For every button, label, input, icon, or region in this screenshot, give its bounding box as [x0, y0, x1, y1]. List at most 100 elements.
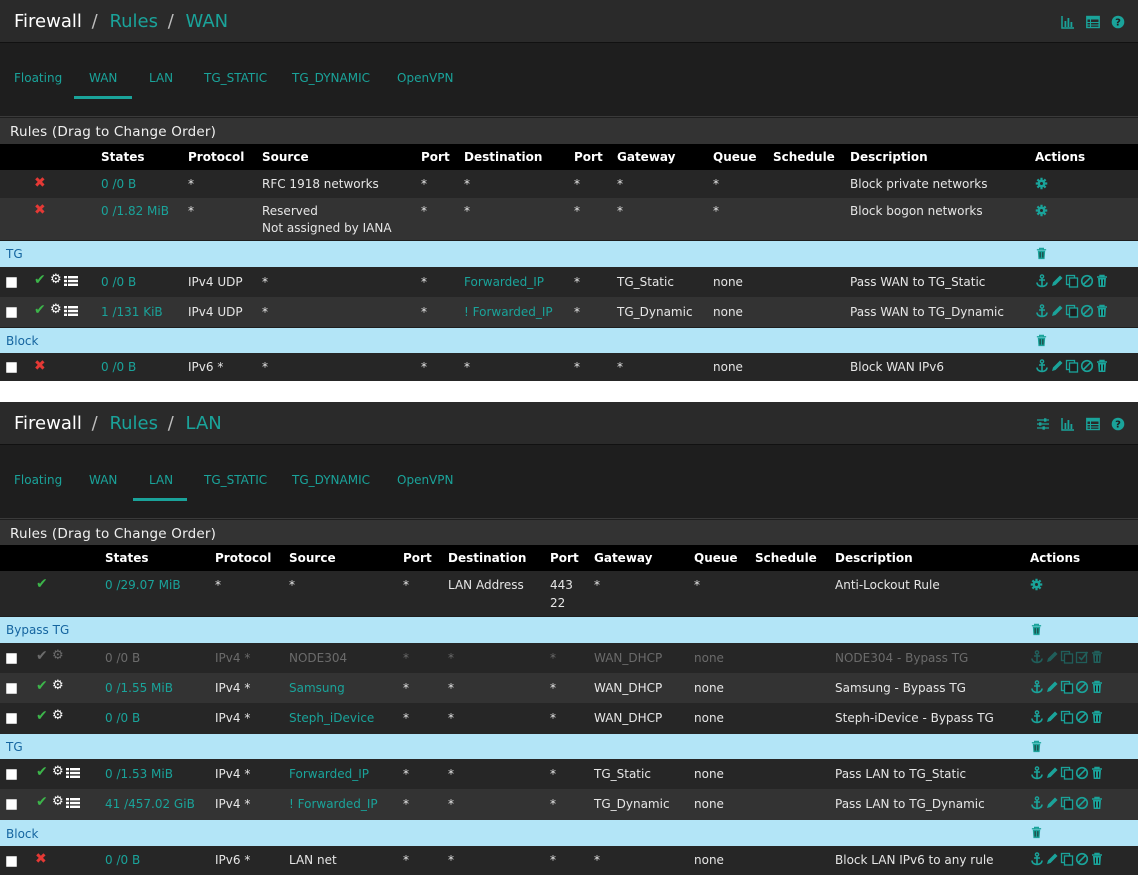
tab-lan[interactable]: LAN: [149, 71, 173, 85]
anchor-icon[interactable]: [1030, 852, 1044, 866]
anchor-icon[interactable]: [1030, 796, 1044, 810]
copy-icon[interactable]: [1060, 710, 1074, 724]
table-row[interactable]: ✖ 0 /0 B IPv6 * LAN net * * * * none Blo…: [0, 846, 1138, 875]
rule-checkbox[interactable]: [6, 713, 17, 724]
separator-row[interactable]: Block: [0, 328, 1138, 353]
pencil-icon[interactable]: [1045, 852, 1059, 866]
states-value[interactable]: 0 /0 B: [105, 853, 140, 867]
table-row[interactable]: ✔ ⚙ 0 /0 B IPv4 * Steph_iDevice * * * WA…: [0, 703, 1138, 734]
bar-chart-icon[interactable]: [1061, 15, 1075, 29]
trash-icon[interactable]: [1090, 796, 1104, 810]
pencil-icon[interactable]: [1045, 766, 1059, 780]
destination-alias-link[interactable]: ! Forwarded_IP: [464, 305, 553, 319]
source-alias-link[interactable]: Forwarded_IP: [289, 767, 369, 781]
table-icon[interactable]: [1086, 417, 1100, 431]
copy-icon[interactable]: [1065, 359, 1079, 373]
trash-icon[interactable]: [1090, 680, 1104, 694]
trash-icon[interactable]: [1095, 304, 1109, 318]
states-value[interactable]: 0 /0 B: [105, 651, 140, 665]
trash-icon[interactable]: [1090, 852, 1104, 866]
copy-icon[interactable]: [1060, 680, 1074, 694]
tab-wan[interactable]: WAN: [89, 71, 117, 85]
tab-tg-dynamic[interactable]: TG_DYNAMIC: [292, 71, 370, 85]
source-alias-link[interactable]: Samsung: [289, 681, 345, 695]
separator-row[interactable]: TG: [0, 241, 1138, 267]
table-row[interactable]: ✔ ⚙ 0 /1.53 MiB IPv4 * Forwarded_IP * * …: [0, 759, 1138, 789]
anchor-icon[interactable]: [1030, 710, 1044, 724]
separator-row[interactable]: TG: [0, 734, 1138, 759]
breadcrumb-current[interactable]: WAN: [186, 11, 229, 32]
states-value[interactable]: 0 /0 B: [101, 275, 136, 289]
table-row[interactable]: ✖ 0 /0 B IPv6 * * * * * * none Block WAN…: [0, 353, 1138, 381]
separator-row[interactable]: Block: [0, 820, 1138, 846]
table-row[interactable]: ✖ 0 /0 B * RFC 1918 networks * * * * * B…: [0, 170, 1138, 198]
table-row[interactable]: ✔ ⚙ 0 /0 B IPv4 * NODE304 * * * WAN_DHCP…: [0, 643, 1138, 673]
gear-icon[interactable]: [1035, 204, 1048, 217]
rule-checkbox[interactable]: [6, 769, 17, 780]
table-row[interactable]: ✔ ⚙ 0 /1.55 MiB IPv4 * Samsung * * * WAN…: [0, 673, 1138, 703]
states-value[interactable]: 0 /1.55 MiB: [105, 681, 173, 695]
trash-icon[interactable]: [1090, 710, 1104, 724]
copy-icon[interactable]: [1060, 852, 1074, 866]
table-icon[interactable]: [1086, 15, 1100, 29]
pencil-icon[interactable]: [1045, 710, 1059, 724]
rule-checkbox[interactable]: [6, 799, 17, 810]
separator-row[interactable]: Bypass TG: [0, 617, 1138, 643]
trash-icon[interactable]: [1035, 334, 1048, 347]
enable-check-icon[interactable]: [1075, 650, 1089, 664]
states-value[interactable]: 41 /457.02 GiB: [105, 797, 195, 811]
trash-icon[interactable]: [1090, 650, 1104, 664]
trash-icon[interactable]: [1095, 274, 1109, 288]
rule-checkbox[interactable]: [6, 856, 17, 867]
tab-floating[interactable]: Floating: [14, 71, 62, 85]
help-icon[interactable]: [1111, 417, 1125, 431]
source-alias-link[interactable]: Steph_iDevice: [289, 711, 374, 725]
breadcrumb-current[interactable]: LAN: [186, 413, 222, 434]
trash-icon[interactable]: [1090, 766, 1104, 780]
anchor-icon[interactable]: [1030, 680, 1044, 694]
copy-icon[interactable]: [1065, 274, 1079, 288]
copy-icon[interactable]: [1060, 796, 1074, 810]
tab-openvpn[interactable]: OpenVPN: [397, 71, 453, 85]
copy-icon[interactable]: [1060, 650, 1074, 664]
trash-icon[interactable]: [1030, 623, 1043, 636]
bar-chart-icon[interactable]: [1061, 417, 1075, 431]
source-alias-link[interactable]: NODE304: [289, 651, 347, 665]
trash-icon[interactable]: [1030, 826, 1043, 839]
help-icon[interactable]: [1111, 15, 1125, 29]
ban-icon[interactable]: [1075, 710, 1089, 724]
gear-icon[interactable]: [1035, 177, 1048, 190]
tab-wan[interactable]: WAN: [89, 473, 117, 487]
table-row[interactable]: ✔ ⚙ 1 /131 KiB IPv4 UDP * * ! Forwarded_…: [0, 297, 1138, 327]
anchor-icon[interactable]: [1030, 650, 1044, 664]
pencil-icon[interactable]: [1045, 650, 1059, 664]
states-value[interactable]: 1 /131 KiB: [101, 305, 163, 319]
rule-checkbox[interactable]: [6, 653, 17, 664]
tab-lan[interactable]: LAN: [149, 473, 173, 487]
pencil-icon[interactable]: [1050, 359, 1064, 373]
gear-icon[interactable]: [1030, 578, 1043, 591]
trash-icon[interactable]: [1035, 247, 1048, 260]
rule-checkbox[interactable]: [6, 307, 17, 318]
anchor-icon[interactable]: [1035, 274, 1049, 288]
tab-openvpn[interactable]: OpenVPN: [397, 473, 453, 487]
source-alias-link[interactable]: ! Forwarded_IP: [289, 797, 378, 811]
rule-checkbox[interactable]: [6, 362, 17, 373]
breadcrumb-rules-link[interactable]: Rules: [109, 413, 158, 434]
table-row[interactable]: ✔ ⚙ 41 /457.02 GiB IPv4 * ! Forwarded_IP…: [0, 789, 1138, 820]
tab-tg-static[interactable]: TG_STATIC: [204, 71, 267, 85]
ban-icon[interactable]: [1080, 274, 1094, 288]
ban-icon[interactable]: [1080, 304, 1094, 318]
states-value[interactable]: 0 /29.07 MiB: [105, 578, 181, 592]
table-row[interactable]: ✖ 0 /1.82 MiB * Reserved Not assigned by…: [0, 198, 1138, 240]
breadcrumb-rules-link[interactable]: Rules: [109, 11, 158, 32]
states-value[interactable]: 0 /0 B: [105, 711, 140, 725]
anchor-icon[interactable]: [1035, 304, 1049, 318]
states-value[interactable]: 0 /1.53 MiB: [105, 767, 173, 781]
pencil-icon[interactable]: [1050, 274, 1064, 288]
ban-icon[interactable]: [1075, 796, 1089, 810]
copy-icon[interactable]: [1065, 304, 1079, 318]
sliders-icon[interactable]: [1036, 417, 1050, 431]
trash-icon[interactable]: [1030, 740, 1043, 753]
tab-tg-static[interactable]: TG_STATIC: [204, 473, 267, 487]
